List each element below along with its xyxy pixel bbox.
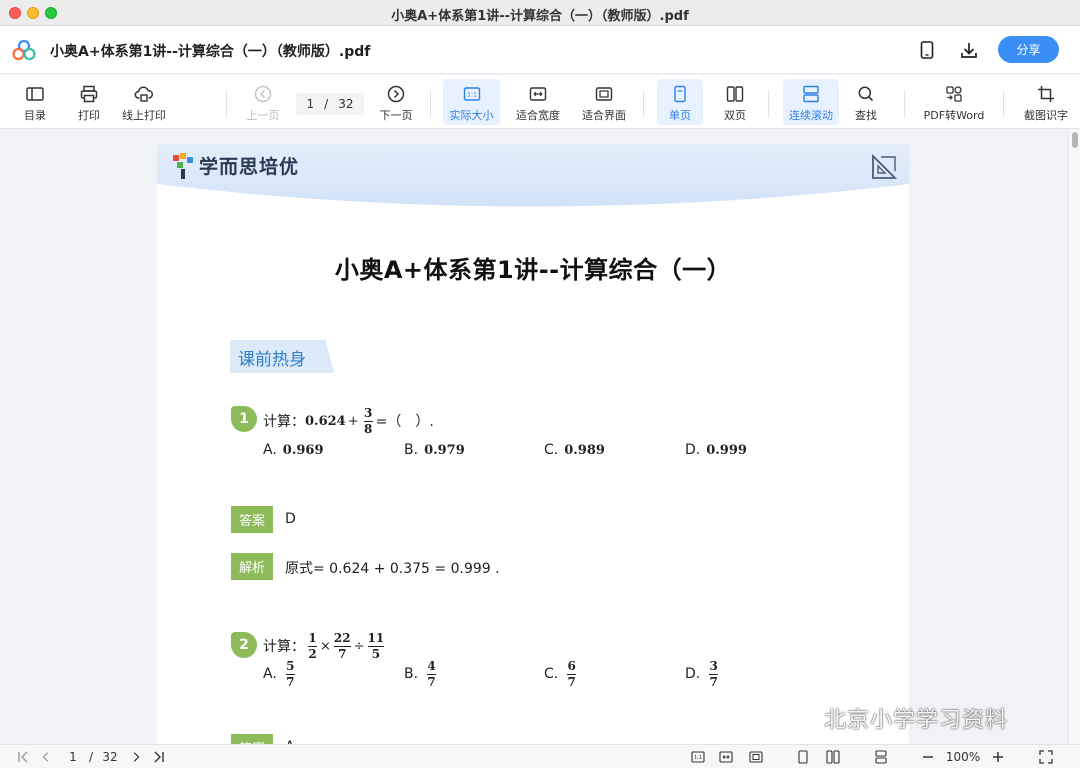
- option-b: B. 47: [404, 659, 437, 689]
- app-header: 小奥A+体系第1讲--计算综合（一）（教师版）.pdf 分享: [0, 26, 1080, 74]
- continuous-scroll-button[interactable]: 连续滚动: [783, 79, 839, 125]
- cloud-print-icon: [134, 86, 154, 102]
- fraction: 3 8: [363, 405, 373, 436]
- single-page-button[interactable]: 单页: [657, 79, 703, 125]
- toolbar: 目录 打印 线上打印 上一页 下一页 1:1 实际大小 适合宽度 适合界面 单页…: [0, 75, 1080, 129]
- crop-icon: [1038, 86, 1054, 102]
- answer-value: D: [285, 511, 296, 527]
- status-bar: 1 / 32 1:1 100%: [0, 744, 1080, 768]
- zoom-out-icon[interactable]: [921, 749, 935, 765]
- question-1-text: 计算： 0.624 + 3 8 =（ ）.: [263, 405, 434, 436]
- double-page-button[interactable]: 双页: [714, 79, 756, 125]
- fit-width-button[interactable]: 适合宽度: [512, 79, 564, 125]
- app-logo-icon: [12, 39, 36, 61]
- single-page-icon[interactable]: [795, 749, 811, 765]
- fraction: 22 7: [333, 630, 351, 661]
- print-button[interactable]: 打印: [72, 79, 106, 125]
- next-page-button[interactable]: 下一页: [376, 79, 416, 125]
- chevron-left-circle-icon: [254, 85, 272, 103]
- last-page-icon[interactable]: [152, 749, 166, 765]
- svg-text:1:1: 1:1: [694, 755, 702, 761]
- brand-logo: 学而思培优: [173, 152, 299, 179]
- analysis-label: 解析: [231, 553, 273, 580]
- fit-width-icon: [529, 87, 547, 101]
- toolbar-separator: [904, 90, 905, 118]
- double-page-icon[interactable]: [825, 749, 841, 765]
- answer-label: 答案: [231, 734, 273, 744]
- actual-size-icon: 1:1: [463, 87, 480, 101]
- toolbar-separator: [226, 90, 227, 118]
- prev-page-icon[interactable]: [40, 749, 52, 765]
- fit-page-button[interactable]: 适合界面: [578, 79, 630, 125]
- window-title: 小奥A+体系第1讲--计算综合（一）（教师版）.pdf: [391, 9, 689, 24]
- sidebar-icon: [26, 87, 44, 101]
- mobile-icon[interactable]: [915, 38, 939, 62]
- actual-size-icon[interactable]: 1:1: [690, 749, 706, 765]
- zoom-level[interactable]: 100%: [945, 749, 981, 765]
- continuous-scroll-icon[interactable]: [873, 749, 889, 765]
- continuous-scroll-icon: [803, 85, 819, 103]
- fraction: 11 5: [367, 630, 385, 661]
- bottom-page-current[interactable]: 1: [66, 749, 80, 765]
- page-number-input[interactable]: 1 / 32: [296, 93, 364, 115]
- single-page-icon: [674, 85, 686, 103]
- question-number: 1: [231, 406, 257, 432]
- pdf-page: 学而思培优 小奥A+体系第1讲--计算综合（一） 课前热身 1 计算： 0.62…: [157, 144, 909, 744]
- chevron-right-circle-icon: [387, 85, 405, 103]
- toc-button[interactable]: 目录: [18, 79, 52, 125]
- scrollbar-thumb[interactable]: [1072, 132, 1078, 148]
- option-c: C. 67: [544, 659, 577, 689]
- fit-page-icon[interactable]: [748, 749, 764, 765]
- fit-page-icon: [595, 87, 613, 101]
- option-c: C. 0.989: [544, 442, 605, 458]
- document-viewer[interactable]: 学而思培优 小奥A+体系第1讲--计算综合（一） 课前热身 1 计算： 0.62…: [0, 130, 1080, 744]
- download-icon[interactable]: [957, 38, 981, 62]
- next-page-icon[interactable]: [130, 749, 142, 765]
- ruler-triangle-icon: [872, 154, 897, 179]
- fit-width-icon[interactable]: [718, 749, 734, 765]
- option-d: D. 0.999: [685, 442, 747, 458]
- share-button[interactable]: 分享: [998, 36, 1059, 63]
- option-a: A. 57: [263, 659, 295, 689]
- question-number: 2: [231, 632, 257, 658]
- toolbar-separator: [430, 90, 431, 118]
- document-title: 小奥A+体系第1讲--计算综合（一）（教师版）.pdf: [50, 44, 371, 60]
- section-tag: 课前热身: [230, 340, 334, 373]
- analysis-text: 原式= 0.624 + 0.375 = 0.999 .: [285, 561, 500, 577]
- first-page-icon[interactable]: [16, 749, 30, 765]
- find-button[interactable]: 查找: [848, 79, 884, 125]
- actual-size-button[interactable]: 1:1 实际大小: [443, 79, 500, 125]
- option-a: A. 0.969: [263, 442, 324, 458]
- convert-icon: [946, 86, 962, 102]
- printer-icon: [80, 85, 98, 103]
- toolbar-separator: [1003, 90, 1004, 118]
- option-b: B. 0.979: [404, 442, 465, 458]
- bottom-page-total: 32: [102, 750, 118, 764]
- prev-page-button[interactable]: 上一页: [244, 79, 282, 125]
- watermark: 北京小学学习资料: [784, 702, 1008, 734]
- document-main-title: 小奥A+体系第1讲--计算综合（一）: [334, 256, 732, 284]
- fraction: 12: [308, 630, 317, 661]
- double-page-icon: [726, 86, 744, 102]
- zoom-in-icon[interactable]: [991, 749, 1005, 765]
- ocr-button[interactable]: 截图识字: [1019, 79, 1073, 125]
- svg-text:1:1: 1:1: [467, 92, 477, 99]
- window-titlebar: 小奥A+体系第1讲--计算综合（一）（教师版）.pdf: [0, 0, 1080, 26]
- answer-label: 答案: [231, 506, 273, 533]
- toolbar-separator: [643, 90, 644, 118]
- brand-mark-icon: [173, 152, 193, 179]
- vertical-scrollbar[interactable]: [1068, 130, 1080, 744]
- search-icon: [858, 86, 874, 102]
- toolbar-separator: [768, 90, 769, 118]
- bottom-page-sep: /: [88, 750, 94, 764]
- option-d: D. 37: [685, 659, 719, 689]
- online-print-button[interactable]: 线上打印: [118, 79, 170, 125]
- pdf-to-word-button[interactable]: PDF转Word: [920, 79, 988, 125]
- fullscreen-icon[interactable]: [1038, 749, 1054, 765]
- wechat-icon: [785, 706, 817, 730]
